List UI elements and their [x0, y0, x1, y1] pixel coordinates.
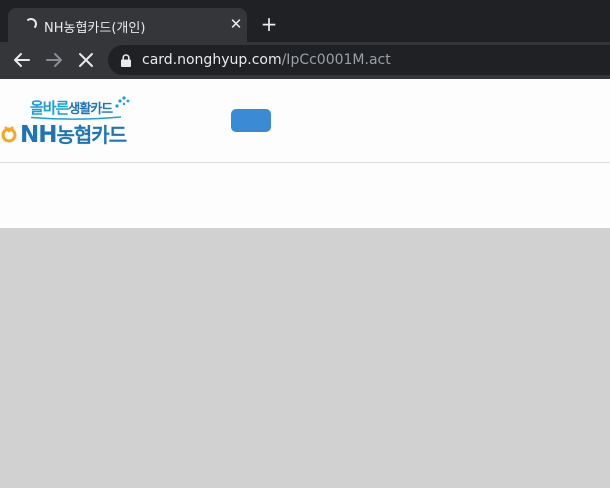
sparkle-dots-icon	[115, 96, 130, 108]
logo-slogan: 올바른생활카드	[30, 97, 113, 118]
page-content: 올바른생활카드 NH농협카드	[0, 79, 610, 488]
address-bar[interactable]: card.nonghyup.com/IpCc0001M.act	[108, 45, 610, 75]
nh-card-logo[interactable]: 올바른생활카드 NH농협카드	[0, 95, 160, 151]
browser-tab-active[interactable]: NH농협카드(개인) ✕	[8, 8, 247, 42]
lock-icon	[121, 54, 131, 67]
url-path: /IpCc0001M.act	[281, 52, 391, 68]
url-domain: card.nonghyup.com	[142, 52, 282, 68]
browser-tabstrip: NH농협카드(개인) ✕ +	[0, 0, 610, 42]
tab-close-icon[interactable]: ✕	[226, 14, 246, 34]
new-tab-button[interactable]: +	[258, 14, 280, 36]
content-band	[0, 163, 610, 228]
logo-slogan-main: 올바른	[30, 99, 69, 117]
menu-button[interactable]	[231, 109, 271, 132]
address-url[interactable]: card.nonghyup.com/IpCc0001M.act	[142, 52, 391, 68]
nh-symbol-icon	[1, 126, 17, 143]
tab-title: NH농협카드(개인)	[44, 21, 146, 36]
back-arrow-icon[interactable]	[11, 49, 33, 71]
browser-toolbar: card.nonghyup.com/IpCc0001M.act	[0, 42, 610, 79]
logo-slogan-sub: 생활카드	[68, 102, 113, 117]
logo-brand-name: NH농협카드	[20, 119, 128, 148]
loading-spinner-icon	[25, 18, 37, 30]
logo-brand-korean: 농협카드	[56, 123, 128, 147]
forward-arrow-icon[interactable]	[43, 49, 65, 71]
logo-brand-latin: NH	[20, 122, 57, 148]
stop-loading-icon[interactable]	[75, 49, 97, 71]
site-header: 올바른생활카드 NH농협카드	[0, 79, 610, 163]
